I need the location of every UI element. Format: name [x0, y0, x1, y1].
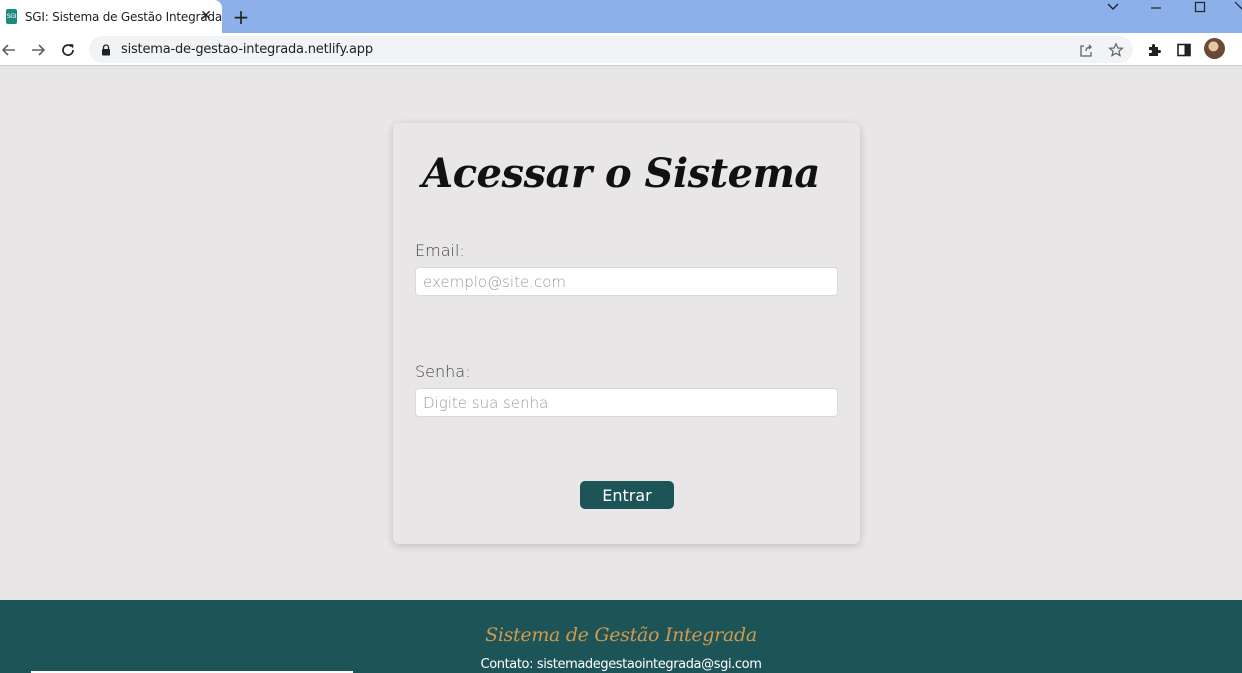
tab-close-icon[interactable]: ✕ [197, 7, 215, 25]
side-panel-icon[interactable] [1174, 40, 1194, 60]
browser-toolbar: sistema-de-gestao-integrada.netlify.app [0, 33, 1242, 66]
login-button[interactable]: Entrar [580, 481, 674, 509]
lock-icon[interactable] [101, 43, 111, 61]
url-text: sistema-de-gestao-integrada.netlify.app [121, 42, 373, 57]
share-icon[interactable] [1077, 41, 1095, 59]
extensions-icon[interactable] [1144, 40, 1164, 60]
new-tab-icon[interactable]: + [230, 5, 252, 29]
password-label: Senha: [415, 362, 471, 381]
star-icon[interactable] [1107, 41, 1125, 59]
avatar[interactable] [1204, 38, 1225, 59]
address-bar[interactable]: sistema-de-gestao-integrada.netlify.app [89, 36, 1133, 63]
sgi-favicon-icon: SGI [6, 9, 17, 24]
tab-search-chevron-icon[interactable] [1105, 0, 1121, 14]
footer-brand: Sistema de Gestão Integrada [485, 624, 757, 646]
page-footer: Sistema de Gestão Integrada Contato: sis… [0, 600, 1242, 673]
tab-title: SGI: Sistema de Gestão Integrada [24, 9, 222, 24]
email-label: Email: [415, 241, 465, 260]
forward-arrow-icon[interactable] [26, 38, 50, 62]
minimize-icon[interactable] [1148, 0, 1164, 14]
page-title: Acessar o Sistema [422, 150, 820, 197]
close-window-icon[interactable] [1234, 0, 1242, 14]
back-arrow-icon[interactable] [0, 38, 21, 62]
email-field[interactable] [415, 267, 838, 296]
reload-icon[interactable] [56, 38, 80, 62]
browser-tab[interactable]: SGI SGI: Sistema de Gestão Integrada ✕ [0, 0, 222, 33]
browser-tabbar: SGI SGI: Sistema de Gestão Integrada ✕ + [0, 0, 1242, 33]
footer-contact: Contato: sistemadegestaointegrada@sgi.co… [480, 657, 762, 672]
password-field[interactable] [415, 388, 838, 417]
maximize-icon[interactable] [1192, 0, 1208, 14]
